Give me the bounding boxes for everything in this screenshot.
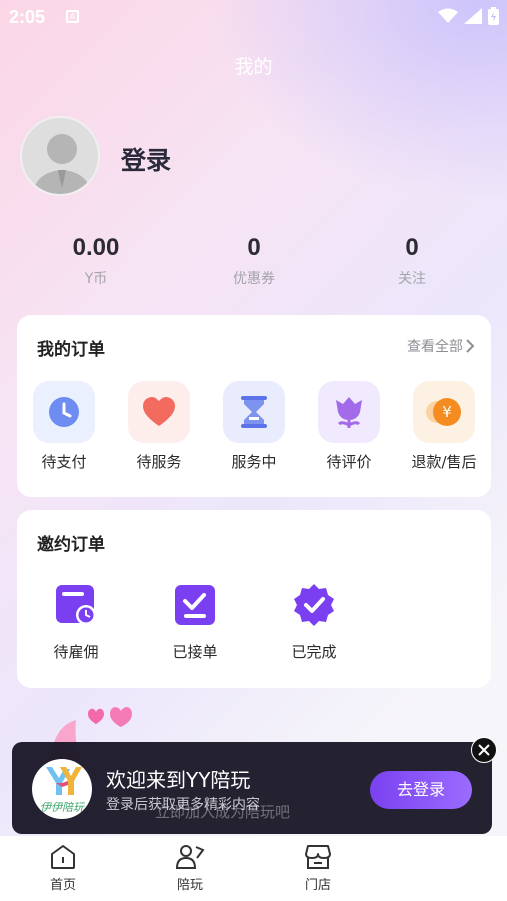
see-all-label: 查看全部 [407,339,463,355]
stat-value: 0 [405,234,419,261]
tab-home[interactable]: 首页 [28,844,98,893]
tab-companion[interactable]: 陪玩 [155,844,225,893]
bottom-tab-bar: 首页 陪玩 门店 [0,836,507,901]
svg-text:伊伊陪玩: 伊伊陪玩 [40,801,86,814]
check-square-icon [175,585,215,625]
close-icon [478,744,490,756]
invite-orders-title: 邀约订单 [37,535,105,555]
tab-home-label: 首页 [49,878,76,893]
tab-companion-label: 陪玩 [176,878,203,893]
signal-icon [464,8,482,24]
yy-logo-icon: 伊伊陪玩 [40,767,86,814]
order-pending-payment-label: 待支付 [41,453,87,471]
go-login-button[interactable]: 去登录 [370,771,472,809]
order-pending-payment[interactable] [33,381,95,443]
calendar-clock-icon [56,585,96,625]
status-time: 2:05 [9,7,46,27]
stat-ycoin[interactable]: 0.00 Y币 [36,234,156,288]
order-in-service[interactable] [223,381,285,443]
page-title: 我的 [234,56,273,78]
order-pending-review-label: 待评价 [326,453,372,471]
status-bar: 2:05 A [0,0,507,34]
clock-icon [49,397,79,427]
avatar[interactable] [20,116,100,196]
hourglass-icon [241,396,267,428]
heart-icon [143,397,175,426]
stat-value: 0 [247,234,261,261]
stat-following[interactable]: 0 关注 [352,234,472,288]
order-pending-review[interactable] [318,381,380,443]
invite-completed-label: 已完成 [291,643,337,661]
order-refund[interactable]: ¥ [413,381,475,443]
stat-label: 关注 [398,271,426,287]
stat-label: 优惠券 [233,271,275,287]
invite-pending-hire[interactable] [54,583,98,627]
order-pending-service[interactable] [128,381,190,443]
companion-icon [175,845,205,869]
flower-icon [336,397,362,428]
stat-label: Y币 [84,271,108,287]
order-refund-label: 退款/售后 [411,453,477,471]
tab-store[interactable]: 门店 [283,844,353,893]
badge-check-icon [294,584,334,626]
battery-icon [488,7,499,25]
chevron-right-icon [466,339,475,353]
invite-orders-card: 邀约订单 待雇佣 已接单 已完成 [17,510,491,688]
app-logo: 伊伊陪玩 [32,759,92,819]
my-orders-card: 我的订单 查看全部 待支付 待服务 服务中 待评价 ¥ 退款/售后 [17,315,491,497]
banner-title: 欢迎来到YY陪玩 [106,768,251,792]
invite-accepted[interactable] [173,583,217,627]
status-right [438,7,499,25]
invite-completed[interactable] [292,583,336,627]
login-button[interactable]: 登录 [121,141,171,177]
invite-accepted-label: 已接单 [172,643,218,661]
my-orders-title: 我的订单 [37,340,105,360]
home-icon [51,845,75,869]
banner-background-text: 立即加入成为陪玩吧 [155,803,291,821]
svg-text:¥: ¥ [442,403,452,421]
refund-icon: ¥ [426,398,461,426]
wifi-icon [438,8,458,23]
invite-pending-hire-label: 待雇佣 [53,643,99,661]
banner-close-button[interactable] [471,737,497,763]
order-pending-service-label: 待服务 [136,453,182,471]
tab-store-label: 门店 [304,878,331,893]
see-all-link[interactable]: 查看全部 [407,336,475,356]
order-in-service-label: 服务中 [231,453,277,471]
store-icon [305,845,331,869]
notification-icon: A [66,10,79,23]
stat-value: 0.00 [72,234,120,261]
stat-coupons[interactable]: 0 优惠券 [194,234,314,288]
